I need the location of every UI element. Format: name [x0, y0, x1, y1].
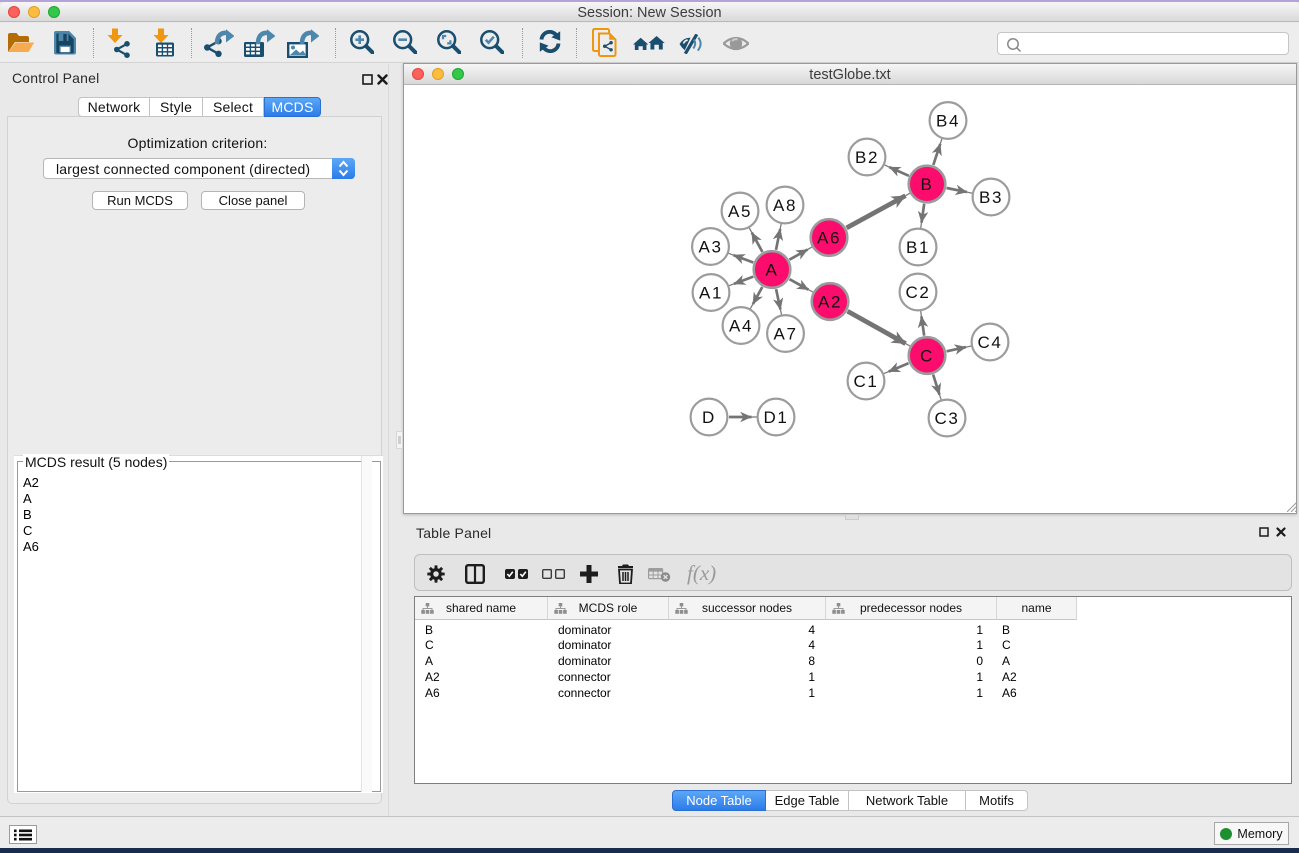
- svg-text:A4: A4: [729, 317, 753, 336]
- svg-text:B4: B4: [936, 112, 960, 131]
- svg-text:A5: A5: [728, 202, 752, 221]
- svg-text:C3: C3: [935, 409, 960, 428]
- svg-text:A7: A7: [774, 325, 798, 344]
- svg-text:C4: C4: [978, 333, 1003, 352]
- svg-text:D1: D1: [764, 408, 789, 427]
- svg-text:B1: B1: [906, 238, 930, 257]
- svg-text:A8: A8: [773, 196, 797, 215]
- svg-text:A1: A1: [699, 284, 723, 303]
- svg-text:A6: A6: [817, 229, 841, 248]
- svg-text:C2: C2: [906, 283, 931, 302]
- svg-text:D: D: [702, 408, 716, 427]
- svg-text:B2: B2: [855, 148, 879, 167]
- svg-text:B3: B3: [979, 188, 1003, 207]
- svg-text:A: A: [766, 261, 779, 280]
- svg-text:A3: A3: [699, 238, 723, 257]
- svg-text:C1: C1: [854, 372, 879, 391]
- svg-text:B: B: [921, 175, 934, 194]
- svg-text:C: C: [920, 347, 934, 366]
- svg-text:A2: A2: [818, 293, 842, 312]
